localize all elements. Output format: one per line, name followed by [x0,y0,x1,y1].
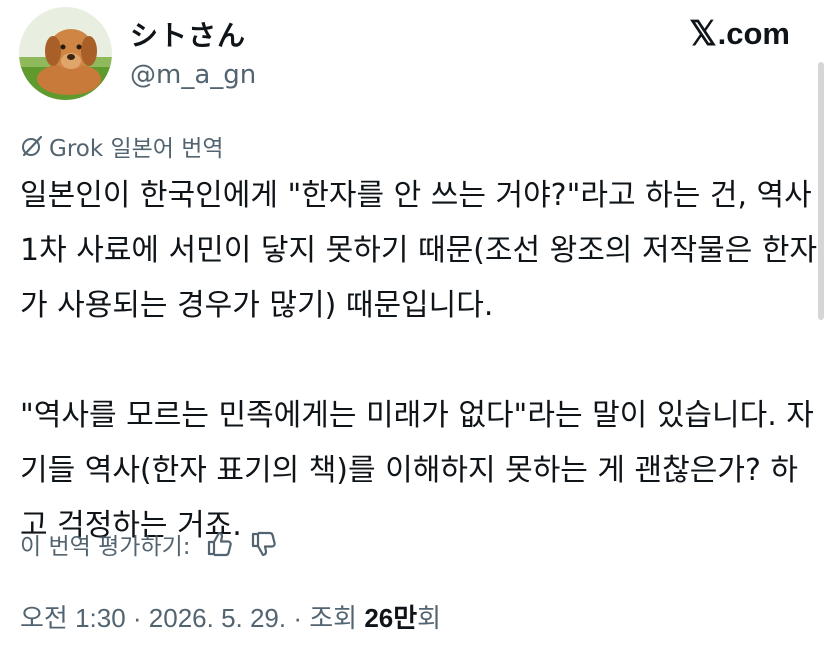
dog-avatar-image [19,7,112,100]
views-count: 26만 [364,603,418,633]
meta-separator: · [286,603,310,633]
x-com-brand[interactable]: 𝕏 .com [689,14,790,54]
views-prefix: 조회 [309,603,365,633]
user-handle[interactable]: @m_a_gn [130,60,256,90]
meta-separator: · [125,603,149,633]
views-suffix: 회 [417,603,442,633]
display-name[interactable]: シトさん [130,14,246,54]
grok-icon [22,135,43,157]
tweet-time[interactable]: 오전 1:30 [20,603,126,633]
scrollbar[interactable] [818,62,824,320]
tweet-paragraph-1: 일본인이 한국인에게 "한자를 안 쓰는 거야?"라고 하는 건, 역사 1차 … [20,178,818,323]
avatar[interactable] [19,7,112,100]
thumbs-down-icon[interactable] [249,529,279,559]
translation-rating: 이 번역 평가하기: [20,527,279,561]
x-logo-icon: 𝕏 [689,15,717,53]
thumbs-up-icon[interactable] [205,529,235,559]
tweet-date[interactable]: 2026. 5. 29. [149,603,286,633]
tweet-meta: 오전 1:30 · 2026. 5. 29. · 조회 26만회 [20,598,441,635]
rating-label: 이 번역 평가하기: [20,534,191,560]
translation-label: Grok 일본어 번역 [49,136,224,162]
tweet-text: 일본인이 한국인에게 "한자를 안 쓰는 거야?"라고 하는 건, 역사 1차 … [20,168,820,553]
translation-source: Grok 일본어 번역 [20,129,224,163]
brand-domain: .com [717,16,790,51]
